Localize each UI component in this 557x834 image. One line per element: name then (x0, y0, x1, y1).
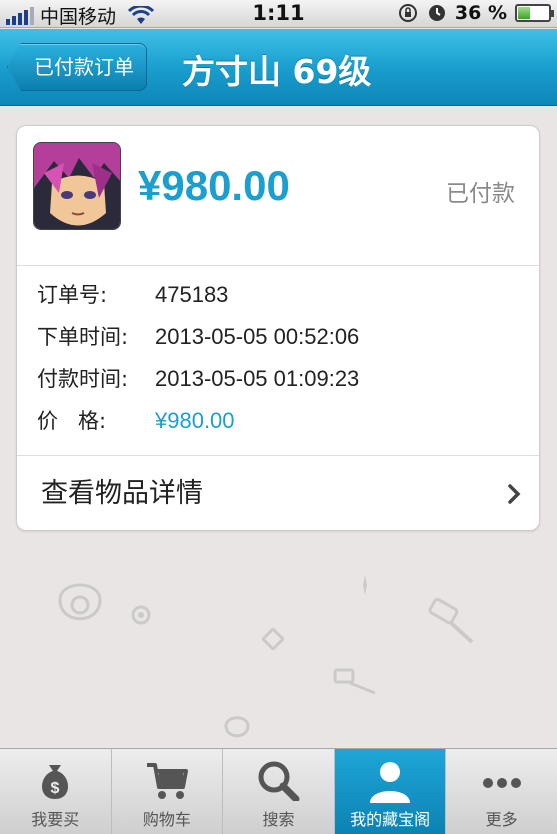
tab-more-label: 更多 (485, 810, 518, 829)
rotation-lock-icon (398, 4, 417, 22)
battery-icon (515, 4, 554, 22)
order-time-label: 下单时间: (37, 325, 129, 349)
tab-more[interactable]: 更多 (446, 749, 557, 834)
more-dots-icon (482, 778, 521, 788)
pay-time-label: 付款时间: (37, 367, 129, 391)
hammer-doodle-icon (428, 597, 474, 644)
user-icon (370, 762, 411, 803)
order-card: ¥980.00 已付款 订单号: 475183 下单时间: 2013-05-05 0… (16, 125, 540, 531)
tab-my-treasure[interactable]: 我的藏宝阁 (334, 749, 447, 834)
gem-doodle-icon (262, 628, 284, 650)
search-icon (258, 761, 300, 801)
tab-buy[interactable]: $ 我要买 (0, 749, 112, 834)
tab-buy-label: 我要买 (31, 810, 80, 829)
svg-text:$: $ (51, 780, 60, 797)
order-details: 订单号: 475183 下单时间: 2013-05-05 00:52:06 付款时间… (17, 266, 539, 456)
status-bar: 中国移动 1:11 36 % (0, 0, 557, 28)
page-title: 方寸山 69级 (182, 52, 372, 91)
pay-time-row: 付款时间: 2013-05-05 01:09:23 (37, 364, 359, 394)
alarm-icon (428, 5, 445, 21)
view-item-detail-label: 查看物品详情 (41, 478, 203, 509)
character-avatar (33, 142, 121, 230)
price-label: 价 格: (37, 409, 107, 433)
order-time-row: 下单时间: 2013-05-05 00:52:06 (37, 322, 359, 352)
tab-bar: $ 我要买 购物车 搜索 我的藏宝阁 更多 (0, 748, 557, 834)
hammer-doodle-icon (333, 668, 376, 695)
character-portrait-icon (34, 143, 120, 229)
battery-percent: 36 % (454, 2, 507, 24)
order-number-row: 订单号: 475183 (37, 280, 228, 310)
back-button[interactable]: 已付款订单 (7, 43, 147, 91)
coin-doodle-icon (131, 605, 151, 625)
star-doodle-icon (363, 575, 367, 595)
bag-doodle-icon (58, 583, 102, 621)
status-badge: 已付款 (446, 181, 515, 207)
price-value: ¥980.00 (155, 408, 235, 433)
bag-doodle-icon (224, 716, 250, 738)
order-price: ¥980.00 (138, 162, 290, 209)
money-bag-icon: $ (42, 765, 69, 799)
order-number-label: 订单号: (37, 283, 108, 307)
nav-bar: 已付款订单 方寸山 69级 (0, 29, 557, 106)
order-header: ¥980.00 已付款 (17, 126, 539, 266)
order-number-value: 475183 (155, 282, 229, 307)
chevron-right-icon (508, 484, 521, 504)
view-item-detail-button[interactable]: 查看物品详情 (17, 457, 539, 531)
tab-my-treasure-label: 我的藏宝阁 (350, 810, 431, 829)
status-right: 36 % (397, 2, 554, 24)
tab-cart-label: 购物车 (142, 810, 191, 829)
cart-icon (146, 763, 188, 799)
price-row: 价 格: ¥980.00 (37, 406, 235, 436)
order-time-value: 2013-05-05 00:52:06 (155, 324, 360, 349)
battery-fill (518, 7, 530, 19)
tab-search[interactable]: 搜索 (223, 749, 335, 834)
pay-time-value: 2013-05-05 01:09:23 (155, 366, 360, 391)
tab-search-label: 搜索 (262, 810, 295, 829)
tab-cart[interactable]: 购物车 (112, 749, 224, 834)
